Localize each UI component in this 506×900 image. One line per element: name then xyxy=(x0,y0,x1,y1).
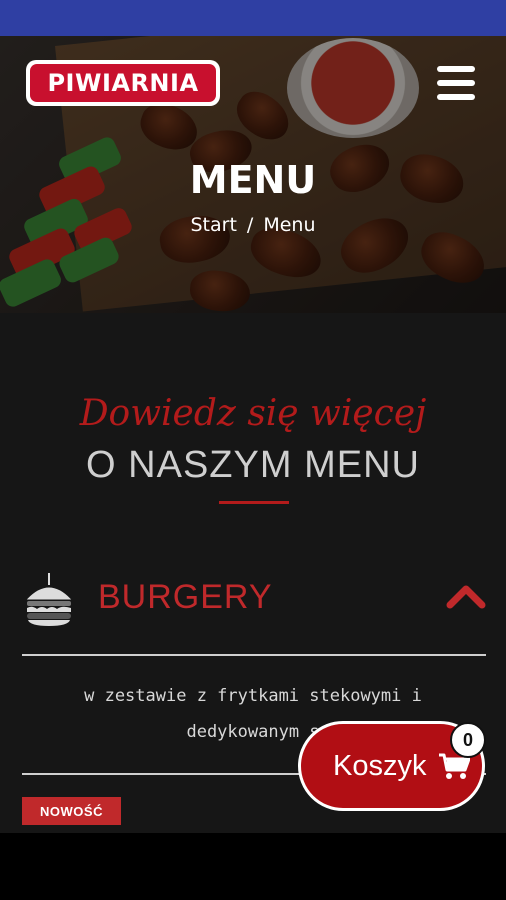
logo-text: PIWIARNIA xyxy=(30,64,216,102)
breadcrumb-separator: / xyxy=(246,214,254,236)
breadcrumb-current: Menu xyxy=(263,214,316,236)
breadcrumb-start-link[interactable]: Start xyxy=(191,214,237,236)
section-script-title: Dowiedz się więcej xyxy=(79,393,427,434)
chevron-up-icon[interactable] xyxy=(446,581,486,611)
cart-label: Koszyk xyxy=(333,749,427,782)
burger-icon xyxy=(26,573,72,626)
section-main-title: O NASZYM MENU xyxy=(86,444,420,486)
new-badge: NOWOŚĆ xyxy=(22,797,121,825)
category-burgery-header[interactable]: BURGERY xyxy=(22,563,486,633)
breadcrumb: Start / Menu xyxy=(0,214,506,236)
title-divider xyxy=(219,501,289,504)
hamburger-menu-icon[interactable] xyxy=(437,66,475,100)
status-bar xyxy=(0,0,506,36)
page-title: MENU xyxy=(189,158,317,202)
cart-count-badge: 0 xyxy=(450,722,486,758)
navigation-bar xyxy=(0,833,506,900)
category-divider-top xyxy=(22,654,486,656)
category-label: BURGERY xyxy=(98,578,273,616)
piwiarnia-logo[interactable]: PIWIARNIA xyxy=(26,60,220,106)
